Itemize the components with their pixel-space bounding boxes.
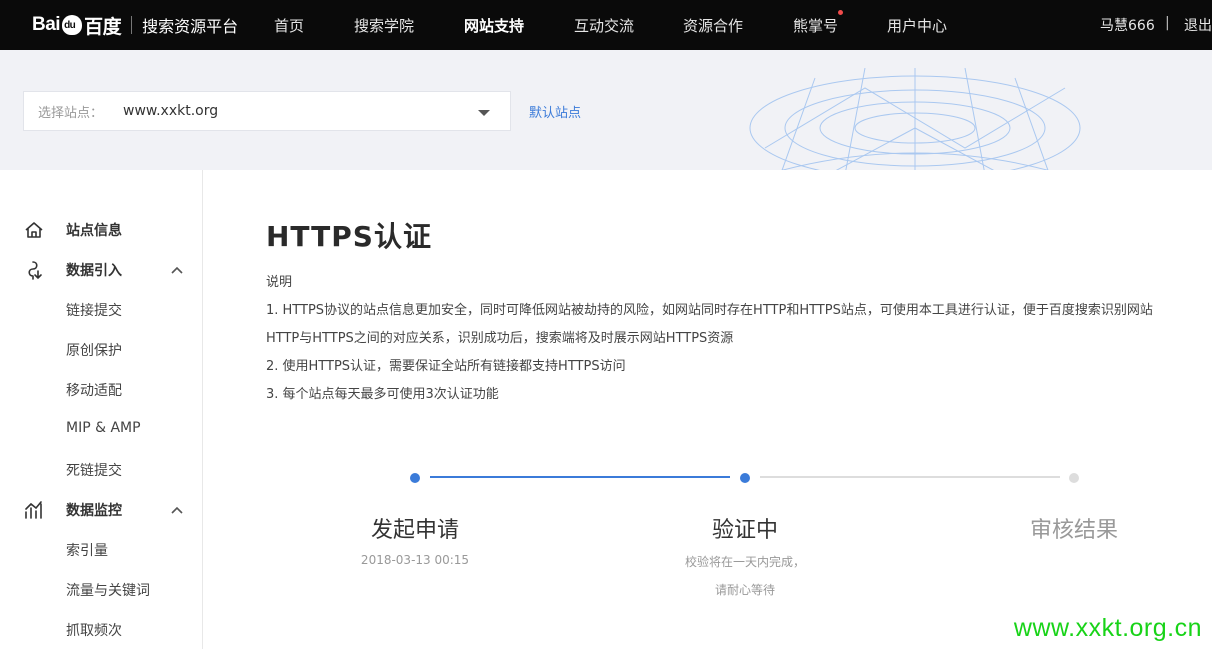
sidebar: 站点信息 数据引入 链接提交 原创保护 移动适配 MIP & AMP 死链提交 … xyxy=(0,170,203,649)
sidebar-group-label: 数据引入 xyxy=(66,263,122,279)
sidebar-item-index-volume[interactable]: 索引量 xyxy=(66,540,108,560)
globe-decoration-icon xyxy=(749,68,1081,170)
step-verifying-note-2: 请耐心等待 xyxy=(714,583,776,597)
caret-down-icon xyxy=(478,110,490,116)
description-heading: 说明 xyxy=(266,275,293,290)
logout-link[interactable]: 退出 xyxy=(1184,15,1212,35)
sidebar-item-traffic-keywords[interactable]: 流量与关键词 xyxy=(66,580,150,600)
logo-text-right: 百度 xyxy=(84,16,122,38)
baidu-logo[interactable]: Bai 百度 搜索资源平台 xyxy=(32,12,238,38)
step-title-result: 审核结果 xyxy=(1029,518,1119,543)
sidebar-group-data-monitor[interactable]: 数据监控 xyxy=(24,500,184,520)
sidebar-item-original-protect[interactable]: 原创保护 xyxy=(66,340,122,360)
nav-xiongzhang[interactable]: 熊掌号 xyxy=(793,10,844,36)
sidebar-item-dead-link[interactable]: 死链提交 xyxy=(66,460,122,480)
description-line-2: HTTP与HTTPS之间的对应关系，识别成功后，搜索端将及时展示网站HTTPS资… xyxy=(266,331,734,346)
sidebar-group-site-info[interactable]: 站点信息 xyxy=(24,220,184,240)
platform-title: 搜索资源平台 xyxy=(142,17,239,36)
sidebar-item-link-submit[interactable]: 链接提交 xyxy=(66,300,122,320)
nav-xiongzhang-label: 熊掌号 xyxy=(793,17,839,35)
sidebar-item-crawl-frequency[interactable]: 抓取频次 xyxy=(66,620,122,640)
sidebar-group-label: 数据监控 xyxy=(66,503,122,519)
sidebar-item-mobile-adapt[interactable]: 移动适配 xyxy=(66,380,122,400)
step-dot-2 xyxy=(740,473,750,483)
step-apply-time: 2018-03-13 00:15 xyxy=(360,553,470,567)
default-site-link[interactable]: 默认站点 xyxy=(529,102,581,121)
data-import-icon xyxy=(28,261,42,280)
watermark-text: www.xxkt.org.cn xyxy=(1013,614,1202,642)
chevron-up-icon[interactable] xyxy=(170,263,184,277)
step-connector-pending xyxy=(760,476,1060,478)
step-title-apply: 发起申请 xyxy=(370,518,460,543)
sidebar-group-label: 站点信息 xyxy=(66,223,122,239)
site-select-dropdown[interactable]: 选择站点： www.xxkt.org xyxy=(23,91,511,131)
sidebar-group-data-import[interactable]: 数据引入 xyxy=(24,260,184,280)
sidebar-item-mip-amp[interactable]: MIP & AMP xyxy=(66,420,141,436)
step-title-verifying: 验证中 xyxy=(711,518,779,543)
home-icon xyxy=(25,222,43,238)
description-line-4: 3. 每个站点每天最多可使用3次认证功能 xyxy=(266,387,499,402)
nav-academy[interactable]: 搜索学院 xyxy=(354,15,414,36)
step-connector-done xyxy=(430,476,730,478)
nav-site-support[interactable]: 网站支持 xyxy=(464,15,524,36)
nav-interaction[interactable]: 互动交流 xyxy=(574,15,634,36)
chevron-up-icon[interactable] xyxy=(170,503,184,517)
description-line-1: 1. HTTPS协议的站点信息更加安全，同时可降低网站被劫持的风险，如网站同时存… xyxy=(266,303,1153,318)
site-select-value: www.xxkt.org xyxy=(123,103,219,119)
nav-resource-cooperation[interactable]: 资源合作 xyxy=(683,15,743,36)
username-link[interactable]: 马慧666 xyxy=(1100,15,1155,35)
chart-icon xyxy=(25,501,42,519)
user-separator: | xyxy=(1165,15,1170,31)
nav-user-center[interactable]: 用户中心 xyxy=(887,15,947,36)
paw-icon xyxy=(62,15,83,35)
logo-divider xyxy=(131,16,133,34)
top-navbar: Bai 百度 搜索资源平台 首页 搜索学院 网站支持 互动交流 资源合作 熊掌号… xyxy=(0,0,1212,50)
logo-mark: Bai 百度 xyxy=(32,12,122,39)
notification-dot xyxy=(838,10,844,15)
step-dot-1 xyxy=(410,473,420,483)
step-dot-3 xyxy=(1069,473,1079,483)
step-verifying-note-1: 校验将在一天内完成， xyxy=(684,555,806,569)
description-line-3: 2. 使用HTTPS认证，需要保证全站所有链接都支持HTTPS访问 xyxy=(266,359,626,374)
site-select-label: 选择站点： xyxy=(38,105,104,121)
logo-text-left: Bai xyxy=(32,14,61,35)
nav-home[interactable]: 首页 xyxy=(274,15,304,36)
site-selector-band: 选择站点： www.xxkt.org 默认站点 xyxy=(0,50,1212,170)
page-title: HTTPS认证 xyxy=(266,220,432,253)
